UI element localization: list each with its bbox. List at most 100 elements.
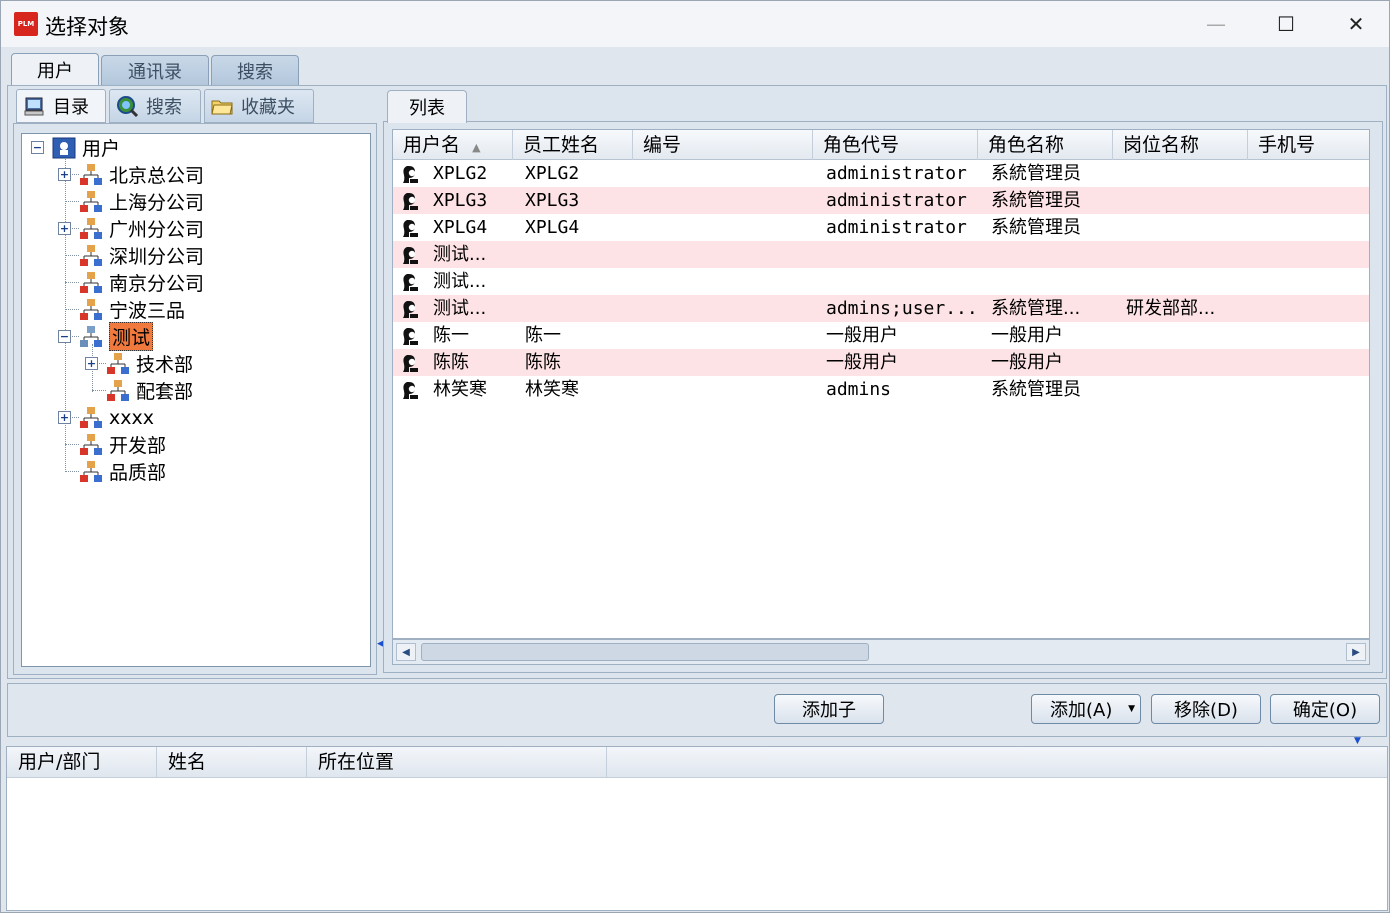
- dropdown-arrow-icon[interactable]: ▼: [1128, 704, 1135, 714]
- expand-icon[interactable]: +: [58, 222, 71, 235]
- tree-node-label: xxxx: [109, 406, 154, 429]
- table-cell: XPLG4: [433, 217, 488, 238]
- tree-node-xxxx[interactable]: xxxx: [79, 404, 154, 431]
- horizontal-scrollbar[interactable]: ◀ ▶: [392, 639, 1370, 665]
- org-icon: [80, 406, 102, 428]
- title-bar: PLM 选择对象 — ☐ ✕: [1, 1, 1389, 47]
- tree-line: [65, 309, 79, 310]
- table-cell: 系統管理员: [991, 217, 1081, 238]
- subtab-directory[interactable]: 目录: [16, 89, 106, 123]
- column-header-username[interactable]: 用户名 ▲: [393, 130, 513, 160]
- subtab-favorites[interactable]: 收藏夹: [204, 89, 314, 123]
- expand-icon[interactable]: +: [58, 168, 71, 181]
- tree-node-label: 南京分公司: [109, 273, 205, 295]
- minimize-button[interactable]: —: [1181, 1, 1251, 47]
- table-cell: administrator: [826, 217, 967, 238]
- column-header-role-code[interactable]: 角色代号: [813, 130, 978, 160]
- tree-line: [65, 444, 79, 445]
- user-icon: [403, 247, 418, 264]
- subtab-directory-label: 目录: [53, 97, 89, 118]
- tree-node-dev[interactable]: 开发部: [79, 431, 166, 458]
- collapse-icon[interactable]: −: [31, 141, 44, 154]
- tree-node-nanjing[interactable]: 南京分公司: [79, 269, 204, 296]
- table-cell: admins;user...: [826, 298, 978, 319]
- table-row[interactable]: 陈陈 陈陈 一般用户 一般用户: [393, 349, 1369, 376]
- tree-node-shenzhen[interactable]: 深圳分公司: [79, 242, 204, 269]
- table-row[interactable]: 测试...: [393, 268, 1369, 295]
- tree-node-shanghai[interactable]: 上海分公司: [79, 188, 204, 215]
- column-header-position[interactable]: 岗位名称: [1113, 130, 1248, 160]
- column-header-mobile[interactable]: 手机号: [1248, 130, 1369, 160]
- expand-icon[interactable]: +: [85, 357, 98, 370]
- table-row[interactable]: XPLG2 XPLG2 administrator 系統管理员: [393, 160, 1369, 187]
- column-header-name[interactable]: 姓名: [157, 747, 307, 778]
- tree-node-test[interactable]: 测试: [79, 322, 154, 351]
- logo-text: PLM: [17, 20, 35, 28]
- add-button-label: 添加(A): [1050, 700, 1113, 721]
- table-cell: 测试...: [433, 244, 487, 265]
- table-row[interactable]: 测试...: [393, 241, 1369, 268]
- subtab-search[interactable]: 搜索: [109, 89, 201, 123]
- splitter-down-arrow-icon[interactable]: ▼: [1354, 736, 1361, 746]
- scrollbar-thumb[interactable]: [421, 643, 869, 661]
- column-label: 角色名称: [988, 134, 1065, 156]
- table-row[interactable]: XPLG4 XPLG4 administrator 系統管理员: [393, 214, 1369, 241]
- table-cell: 测试...: [433, 298, 487, 319]
- tree-node-label: 广州分公司: [109, 219, 205, 241]
- column-header-role-name[interactable]: 角色名称: [978, 130, 1113, 160]
- org-icon: [107, 352, 129, 374]
- table-row[interactable]: XPLG3 XPLG3 administrator 系統管理员: [393, 187, 1369, 214]
- maximize-button[interactable]: ☐: [1251, 1, 1321, 47]
- column-header-number[interactable]: 编号: [633, 130, 813, 160]
- table-row[interactable]: 林笑寒 林笑寒 admins 系統管理员: [393, 376, 1369, 403]
- tab-list[interactable]: 列表: [387, 90, 467, 123]
- table-row[interactable]: 陈一 陈一 一般用户 一般用户: [393, 322, 1369, 349]
- tab-user[interactable]: 用户: [11, 53, 99, 86]
- tree-node-root[interactable]: 用户: [52, 134, 120, 161]
- add-button[interactable]: 添加(A) ▼: [1031, 694, 1141, 724]
- table-row[interactable]: 测试... admins;user... 系統管理... 研发部部...: [393, 295, 1369, 322]
- tree-node-label: 宁波三品: [109, 300, 186, 322]
- tree-line: [92, 390, 106, 391]
- table-cell: 研发部部...: [1126, 298, 1216, 319]
- tab-search[interactable]: 搜索: [211, 55, 299, 85]
- org-icon: [107, 379, 129, 401]
- sort-ascending-icon: ▲: [472, 141, 481, 154]
- tree-node-label: 上海分公司: [109, 192, 205, 214]
- user-icon: [403, 166, 418, 183]
- collapse-icon[interactable]: −: [58, 330, 71, 343]
- user-icon: [403, 274, 418, 291]
- scroll-right-arrow-icon[interactable]: ▶: [1346, 643, 1366, 661]
- tree-node-guangzhou[interactable]: 广州分公司: [79, 215, 204, 242]
- close-button[interactable]: ✕: [1321, 1, 1390, 47]
- expand-icon[interactable]: +: [58, 411, 71, 424]
- tree-node-beijing[interactable]: 北京总公司: [79, 161, 204, 188]
- tree-node-supporting[interactable]: 配套部: [106, 377, 193, 404]
- ok-button[interactable]: 确定(O): [1270, 694, 1380, 724]
- tree-node-tech[interactable]: 技术部: [106, 350, 193, 377]
- column-header-user-dept[interactable]: 用户/部门: [7, 747, 157, 778]
- user-icon: [403, 355, 418, 372]
- column-header-location[interactable]: 所在位置: [307, 747, 607, 778]
- tab-user-label: 用户: [37, 61, 73, 82]
- tree-node-ningbo[interactable]: 宁波三品: [79, 296, 185, 323]
- org-icon: [80, 433, 102, 455]
- window-title: 选择对象: [45, 15, 129, 39]
- add-child-button[interactable]: 添加子: [774, 694, 884, 724]
- selected-items-table: 用户/部门 姓名 所在位置: [6, 746, 1388, 911]
- table-cell: admins: [826, 379, 892, 400]
- plm-logo-icon: PLM: [14, 12, 38, 36]
- tree-node-quality[interactable]: 品质部: [79, 458, 166, 485]
- column-header-employee-name[interactable]: 员工姓名: [513, 130, 633, 160]
- table-cell: administrator: [826, 163, 967, 184]
- org-tree: − 用户 + 北京总公司 上海分公司 + 广州分公司 深圳分公司 南京分公司 宁…: [21, 133, 371, 667]
- remove-button[interactable]: 移除(D): [1151, 694, 1261, 724]
- tree-node-label-selected: 测试: [109, 322, 154, 351]
- column-label: 用户名: [403, 134, 461, 156]
- table-cell: 一般用户: [826, 352, 898, 373]
- scroll-left-arrow-icon[interactable]: ◀: [396, 643, 416, 661]
- tree-line: [65, 201, 79, 202]
- tab-contacts[interactable]: 通讯录: [101, 55, 209, 85]
- column-label: 员工姓名: [523, 134, 600, 156]
- user-icon: [403, 382, 418, 399]
